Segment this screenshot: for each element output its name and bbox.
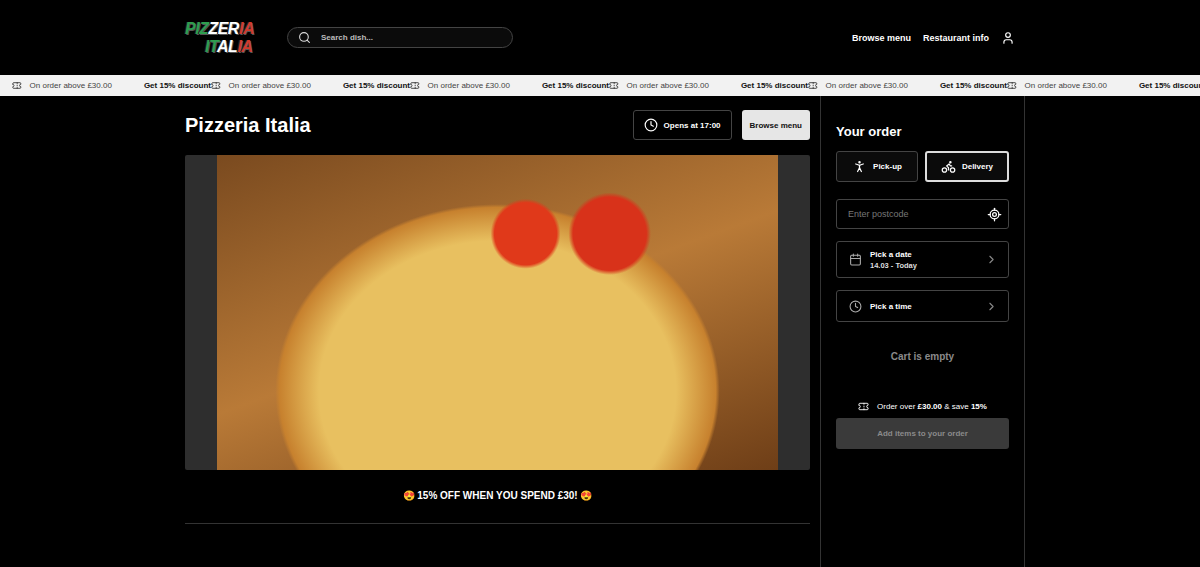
ticket-icon bbox=[12, 80, 22, 91]
nav-link[interactable]: Restaurant info bbox=[923, 33, 989, 43]
ticker-item: On order above £30.00 Get 15% discount bbox=[609, 80, 808, 91]
order-title: Your order bbox=[836, 124, 1009, 139]
header: PIZZERIAITALIA Browse menu Restaurant info bbox=[0, 0, 1200, 75]
ticker-offer: On order above £30.00 bbox=[627, 81, 709, 90]
search-input[interactable] bbox=[319, 32, 502, 43]
content: Pizzeria Italia Opens at 17:00 Browse menu… bbox=[0, 96, 1200, 567]
search-icon bbox=[298, 31, 311, 44]
ticket-icon bbox=[211, 80, 221, 91]
clock-icon bbox=[644, 118, 658, 132]
ticker-title: Get 15% discount bbox=[940, 81, 1007, 90]
pizza-photo bbox=[217, 155, 778, 470]
logo-line: PIZZERIA bbox=[185, 20, 265, 38]
bike-icon bbox=[941, 159, 956, 174]
date-label: Pick a date bbox=[870, 250, 977, 259]
time-label: Pick a time bbox=[870, 302, 977, 311]
browse-menu-button[interactable]: Browse menu bbox=[742, 110, 810, 140]
postcode-field[interactable] bbox=[836, 199, 1009, 229]
ticker-item: On order above £30.00 Get 15% discount bbox=[808, 80, 1007, 91]
ticker-title: Get 15% discount bbox=[741, 81, 808, 90]
restaurant-name: Pizzeria Italia bbox=[185, 114, 311, 137]
cart-empty: Cart is empty bbox=[836, 351, 1009, 362]
chevron-right-icon bbox=[985, 300, 998, 313]
locate-icon[interactable] bbox=[987, 207, 1002, 222]
mode-button[interactable]: Pick-up bbox=[836, 151, 918, 182]
ticker-offer: On order above £30.00 bbox=[229, 81, 311, 90]
ticker-item: On order above £30.00 Get 15% discount bbox=[1007, 80, 1200, 91]
calendar-icon bbox=[849, 253, 862, 266]
ticker-offer: On order above £30.00 bbox=[826, 81, 908, 90]
time-picker[interactable]: Pick a time bbox=[836, 290, 1009, 322]
walking-icon bbox=[852, 159, 867, 174]
date-value: 14.03 - Today bbox=[870, 261, 977, 270]
date-picker[interactable]: Pick a date 14.03 - Today bbox=[836, 241, 1009, 278]
ticker-title: Get 15% discount bbox=[144, 81, 211, 90]
ticket-icon bbox=[410, 80, 420, 91]
search-box[interactable] bbox=[287, 27, 513, 48]
discount-note: Order over £30.00 & save 15% bbox=[836, 401, 1009, 412]
chevron-right-icon bbox=[985, 253, 998, 266]
mode-button[interactable]: Delivery bbox=[925, 151, 1009, 182]
logo[interactable]: PIZZERIAITALIA bbox=[185, 20, 265, 56]
ticket-icon bbox=[609, 80, 619, 91]
promo-banner: 😍 15% OFF WHEN YOU SPEND £30! 😍 bbox=[185, 470, 810, 524]
ticket-icon bbox=[858, 401, 869, 412]
ticker-item: On order above £30.00 Get 15% discount bbox=[410, 80, 609, 91]
ticker-offer: On order above £30.00 bbox=[428, 81, 510, 90]
page: PIZZERIAITALIA Browse menu Restaurant info… bbox=[0, 0, 1200, 567]
ticker-offer: On order above £30.00 bbox=[30, 81, 112, 90]
nav-link[interactable]: Browse menu bbox=[852, 33, 911, 43]
ticket-icon bbox=[1007, 80, 1017, 91]
promo-ticker: On order above £30.00Get 15% discountOn … bbox=[0, 75, 1200, 96]
ticker-title: Get 15% discount bbox=[1139, 81, 1200, 90]
ticker-title: Get 15% discount bbox=[542, 81, 609, 90]
restaurant-panel: Pizzeria Italia Opens at 17:00 Browse menu… bbox=[185, 96, 810, 567]
hours-badge: Opens at 17:00 bbox=[633, 110, 732, 140]
order-sidebar: Your order Pick-upDelivery Pick a date 14.0… bbox=[820, 96, 1025, 567]
logo-line: ITALIA bbox=[185, 38, 265, 56]
title-row: Pizzeria Italia Opens at 17:00 Browse menu bbox=[185, 110, 810, 140]
ticker-offer: On order above £30.00 bbox=[1025, 81, 1107, 90]
nav: Browse menu Restaurant info bbox=[852, 31, 1015, 45]
hero-image bbox=[185, 155, 810, 470]
ticket-icon bbox=[808, 80, 818, 91]
clock-icon bbox=[849, 300, 862, 313]
ticker-item: On order above £30.00 Get 15% discount bbox=[211, 80, 410, 91]
mode-toggle: Pick-upDelivery bbox=[836, 151, 1009, 182]
postcode-input[interactable] bbox=[846, 208, 981, 220]
user-icon[interactable] bbox=[1001, 31, 1015, 45]
checkout-button[interactable]: Add items to your order bbox=[836, 418, 1009, 449]
ticker-item: On order above £30.00 Get 15% discount bbox=[12, 80, 211, 91]
ticker-title: Get 15% discount bbox=[343, 81, 410, 90]
